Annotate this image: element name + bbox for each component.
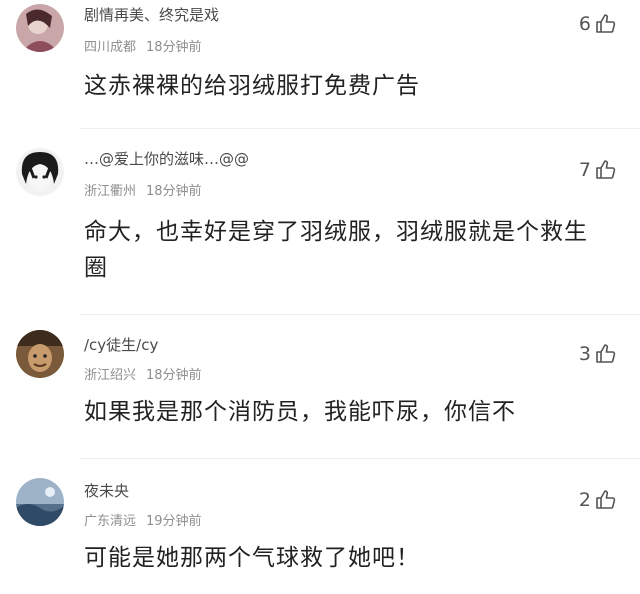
comment-item: …@爱上你的滋味…@@ 浙江衢州 18分钟前 命大，也幸好是穿了羽绒服，羽绒服就是… [0, 142, 640, 318]
avatar[interactable] [16, 4, 64, 52]
thumbs-up-icon [596, 160, 616, 179]
like-count: 2 [578, 489, 591, 511]
location: 四川成都 [84, 40, 137, 55]
like-button[interactable]: 2 [579, 488, 618, 512]
like-count: 6 [578, 13, 591, 35]
divider [80, 314, 640, 315]
username[interactable]: …@爱上你的滋味…@@ [84, 148, 249, 169]
avatar[interactable] [16, 330, 64, 378]
location: 浙江衢州 [84, 184, 137, 199]
avatar-icon [16, 478, 64, 526]
like-button[interactable]: 6 [579, 12, 618, 36]
avatar-icon [16, 330, 64, 378]
comment-meta: 四川成都 18分钟前 [84, 36, 202, 55]
location: 广东清远 [84, 514, 137, 529]
thumbs-up-icon [596, 14, 616, 33]
comment-text: 如果我是那个消防员，我能吓尿，你信不 [84, 399, 516, 425]
divider [80, 458, 640, 459]
username[interactable]: 夜未央 [84, 480, 129, 501]
username[interactable]: /cy徒生/cy [84, 334, 158, 355]
timestamp: 18分钟前 [146, 184, 202, 199]
divider [80, 128, 640, 129]
timestamp: 18分钟前 [146, 40, 202, 55]
comment-meta: 广东清远 19分钟前 [84, 510, 202, 529]
timestamp: 19分钟前 [146, 514, 202, 529]
comment-item: /cy徒生/cy 浙江绍兴 18分钟前 如果我是那个消防员，我能吓尿，你信不 3 [0, 328, 640, 458]
timestamp: 18分钟前 [146, 368, 202, 383]
comment-text: 这赤裸裸的给羽绒服打免费广告 [84, 73, 420, 99]
avatar[interactable] [16, 148, 64, 196]
comment-meta: 浙江衢州 18分钟前 [84, 180, 202, 199]
comment-text: 命大，也幸好是穿了羽绒服，羽绒服就是个救生圈 [84, 219, 588, 281]
avatar-icon [16, 148, 64, 196]
avatar-icon [16, 4, 64, 52]
thumbs-up-icon [596, 490, 616, 509]
avatar[interactable] [16, 478, 64, 526]
like-count: 7 [578, 159, 591, 181]
comment-list: 剧情再美、终究是戏 四川成都 18分钟前 这赤裸裸的给羽绒服打免费广告 6 …@爱… [0, 0, 640, 594]
comment-text: 可能是她那两个气球救了她吧！ [84, 545, 420, 571]
comment-item: 剧情再美、终究是戏 四川成都 18分钟前 这赤裸裸的给羽绒服打免费广告 6 [0, 0, 640, 130]
comment-meta: 浙江绍兴 18分钟前 [84, 364, 202, 383]
comment-item: 夜未央 广东清远 19分钟前 可能是她那两个气球救了她吧！ 2 [0, 472, 640, 594]
thumbs-up-icon [596, 344, 616, 363]
username[interactable]: 剧情再美、终究是戏 [84, 4, 219, 25]
like-button[interactable]: 7 [579, 158, 618, 182]
location: 浙江绍兴 [84, 368, 137, 383]
like-button[interactable]: 3 [579, 342, 618, 366]
like-count: 3 [578, 343, 591, 365]
